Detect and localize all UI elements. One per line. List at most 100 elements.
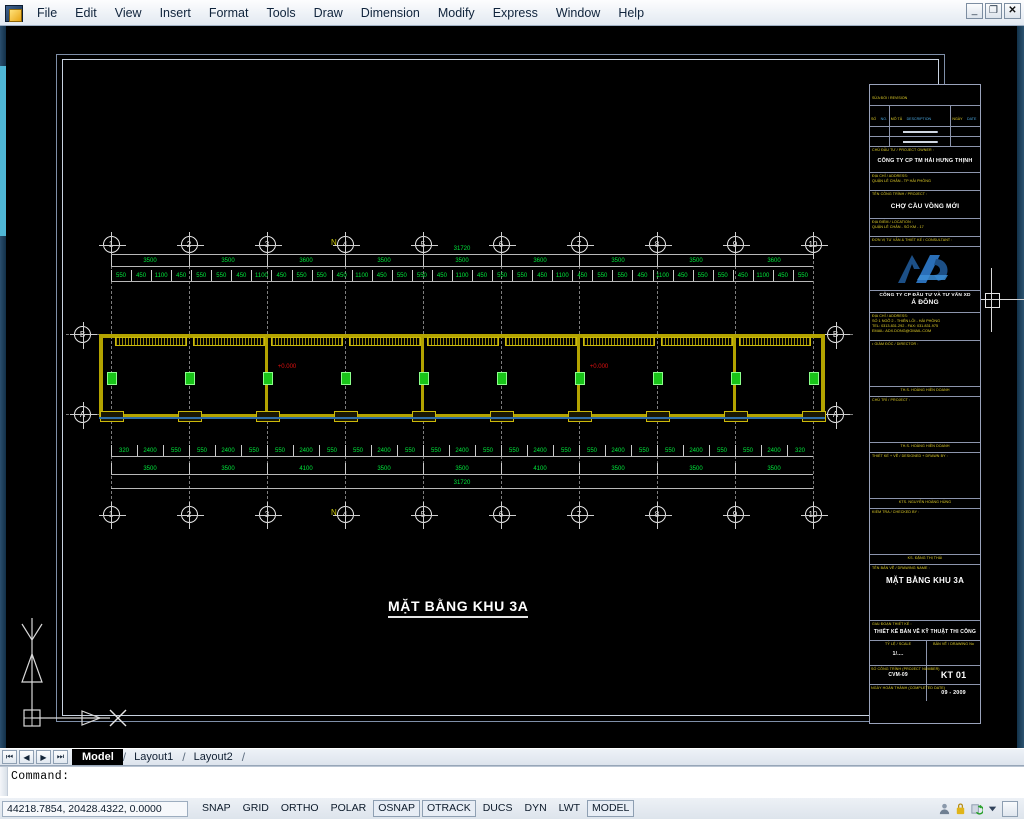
tab-nav-first[interactable]: ⏮ [2, 750, 17, 764]
dim-tick-top-major-6 [579, 255, 580, 266]
grid-bubble-top-9: 9 [722, 232, 750, 259]
dim-top-minor-34: 550 [797, 273, 808, 279]
dim-tick-top-minor-22 [552, 270, 554, 281]
close-button[interactable]: ✕ [1004, 3, 1021, 19]
grid-bubble-left-A: A [70, 401, 97, 429]
dim-top-minor-33: 450 [777, 273, 788, 279]
dim-tick-bottom-minor-2 [163, 445, 164, 456]
window-controls: _ ❐ ✕ [966, 3, 1021, 19]
status-toggle-snap[interactable]: SNAP [197, 800, 236, 817]
status-toggle-polar[interactable]: POLAR [326, 800, 372, 817]
checker-label: KIỂM TRA / CHECKED BY : [872, 510, 920, 514]
level-marker-2: +0.000 [589, 364, 609, 370]
drawing-name-field: TÊN BẢN VẼ / DRAWING NAME : MẶT BẰNG KHU… [870, 565, 980, 621]
column-9 [731, 372, 741, 385]
chevron-down-icon[interactable] [986, 802, 999, 815]
tab-nav-prev[interactable]: ◀ [19, 750, 34, 764]
app-logo-icon [4, 3, 24, 23]
sheet-label: BẢN VẼ / DRAWING No [933, 642, 975, 646]
autocad-window: File Edit View Insert Format Tools Draw … [0, 0, 1024, 819]
minimize-button[interactable]: _ [966, 3, 983, 19]
dim-top-minor-27: 1100 [656, 273, 670, 279]
status-toggle-ortho[interactable]: ORTHO [276, 800, 324, 817]
dim-tick-top-minor-13 [371, 270, 373, 281]
menu-edit[interactable]: Edit [66, 3, 106, 23]
menu-view[interactable]: View [106, 3, 151, 23]
menu-modify[interactable]: Modify [429, 3, 484, 23]
dim-bottom-minor-15: 550 [508, 448, 520, 454]
status-toggle-otrack[interactable]: OTRACK [421, 800, 476, 817]
status-toggle-lwt[interactable]: LWT [554, 800, 585, 817]
grid-bubble-top-10: 10 [800, 232, 828, 259]
menu-insert[interactable]: Insert [151, 3, 200, 23]
stall-band-4 [427, 337, 499, 346]
date-row: NGÀY HOÀN THÀNH (COMPLETED DATE) 09 - 20… [870, 685, 980, 701]
dim-top-minor-9: 550 [296, 273, 307, 279]
dim-bottom-minor-20: 550 [638, 448, 650, 454]
dim-tick-bottom-minor-23 [709, 445, 710, 456]
dim-top-minor-11: 450 [336, 273, 347, 279]
menu-file[interactable]: File [28, 3, 66, 23]
dim-tick-bottom-minor-7 [293, 445, 294, 456]
tab-layout1[interactable]: Layout1 [124, 749, 182, 765]
projno-row: SỐ CÔNG TRÌNH (PROJECT NUMBER) CVM-09 KT… [870, 666, 980, 685]
refresh-icon[interactable] [970, 802, 983, 815]
dim-tick-bottom-minor-26 [787, 445, 788, 456]
grid-bubble-bottom-5: 5 [410, 502, 438, 529]
fullscreen-icon[interactable] [1002, 800, 1018, 817]
column-10 [809, 372, 819, 385]
stage-label: GIAI ĐOẠN THIẾT KẾ : [872, 622, 912, 626]
rev-col-date-vn: NGÀY [952, 117, 963, 121]
dim-tick-bottom-minor-21 [657, 445, 658, 456]
communication-center-icon[interactable] [938, 802, 951, 815]
menu-window[interactable]: Window [547, 3, 609, 23]
command-line-grip[interactable] [0, 767, 8, 796]
grid-bubble-bottom-9: 9 [722, 502, 750, 529]
restore-button[interactable]: ❐ [985, 3, 1002, 19]
command-line-area[interactable]: Command: [0, 766, 1024, 797]
dim-top-major-7: 3500 [689, 258, 703, 264]
status-toggle-grid[interactable]: GRID [238, 800, 274, 817]
dim-bottom-minor-10: 2400 [377, 448, 391, 454]
status-bar: 44218.7854, 20428.4322, 0.0000 SNAP GRID… [0, 797, 1024, 819]
status-toggle-dyn[interactable]: DYN [519, 800, 551, 817]
dim-tick-bottom-minor-17 [553, 445, 554, 456]
stall-band-0 [115, 337, 187, 346]
dim-line-bottom-minor [111, 456, 813, 457]
revision-table-head: SỐ NO. MÔ TẢ DESCRIPTION NGÀY DATE [870, 106, 980, 127]
command-prompt[interactable]: Command: [8, 767, 69, 783]
status-toggle-osnap[interactable]: OSNAP [373, 800, 420, 817]
dim-bottom-minor-16: 2400 [533, 448, 547, 454]
dim-top-minor-6: 450 [236, 273, 247, 279]
consultant-address-field: ĐỊA CHỈ / ADDRESS: SỐ 1 NGÕ 2 - THIÊN LỖ… [870, 313, 980, 341]
coordinate-readout[interactable]: 44218.7854, 20428.4322, 0.0000 [2, 800, 188, 817]
menu-format[interactable]: Format [200, 3, 258, 23]
signer-name-row: KS. ĐẶNG THỊ THÁI [870, 555, 980, 565]
dim-bottom-minor-14: 550 [482, 448, 494, 454]
menu-dimension[interactable]: Dimension [352, 3, 429, 23]
menu-tools[interactable]: Tools [257, 3, 304, 23]
dim-tick-bottom-minor-0 [111, 445, 112, 456]
dim-tick-bottom-minor-20 [631, 445, 632, 456]
floor-plan: 1 1 2 2 3 3 4 4 5 5 6 6 7 7 8 8 9 9 10 10 B A B A +0.000 +0.000 55… [56, 166, 866, 646]
menu-express[interactable]: Express [484, 3, 547, 23]
tab-nav-next[interactable]: ▶ [36, 750, 51, 764]
menu-draw[interactable]: Draw [305, 3, 352, 23]
menu-help[interactable]: Help [609, 3, 653, 23]
dim-top-minor-14: 550 [396, 273, 407, 279]
dim-bottom-major-3: 3500 [377, 466, 391, 472]
dim-tick-top-minor-20 [512, 270, 514, 281]
dim-line-top-major [111, 266, 813, 267]
status-toggle-model[interactable]: MODEL [587, 800, 635, 817]
dim-tick-bottom-minor-11 [397, 445, 398, 456]
column-7 [575, 372, 585, 385]
tab-layout2[interactable]: Layout2 [184, 749, 242, 765]
lock-icon[interactable] [954, 802, 967, 815]
drawing-canvas[interactable]: 1 1 2 2 3 3 4 4 5 5 6 6 7 7 8 8 9 9 10 10 B A B A +0.000 +0.000 55… [0, 26, 1024, 748]
owner-field: CHỦ ĐẦU TƯ / PROJECT OWNER : CÔNG TY CP … [870, 147, 980, 173]
status-toggle-ducs[interactable]: DUCS [478, 800, 518, 817]
dim-top-minor-16: 450 [436, 273, 447, 279]
dim-bottom-minor-8: 550 [326, 448, 338, 454]
tab-model[interactable]: Model [72, 749, 123, 765]
tab-nav-last[interactable]: ⏭ [53, 750, 68, 764]
